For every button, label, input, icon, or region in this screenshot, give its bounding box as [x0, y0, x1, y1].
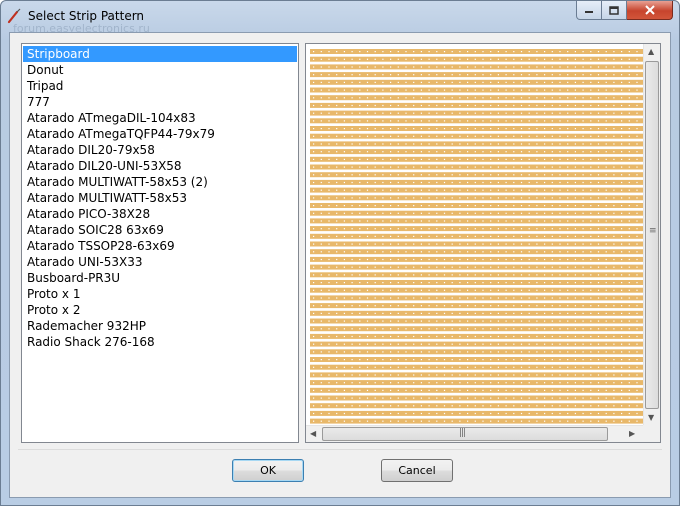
list-item[interactable]: Atarado MULTIWATT-58x53 (2)	[23, 174, 297, 190]
close-icon	[644, 5, 655, 15]
caption-buttons	[576, 1, 673, 21]
grip-icon: |||	[459, 428, 466, 438]
maximize-icon	[609, 5, 619, 15]
title-bar[interactable]: Select Strip Pattern forum.easyelectroni…	[1, 1, 679, 35]
list-item[interactable]: Atarado DIL20-UNI-53X58	[23, 158, 297, 174]
list-item[interactable]: Donut	[23, 62, 297, 78]
list-item[interactable]: Atarado ATmegaDIL-104x83	[23, 110, 297, 126]
scroll-up-arrow-icon[interactable]: ▲	[648, 48, 654, 56]
list-item[interactable]: Rademacher 932HP	[23, 318, 297, 334]
list-item[interactable]: Radio Shack 276-168	[23, 334, 297, 350]
dialog-client-area: Stripboard Donut Tripad 777 Atarado ATmegaDI…	[9, 32, 671, 498]
list-item[interactable]: Stripboard	[23, 46, 297, 62]
minimize-button[interactable]	[576, 1, 602, 20]
scrollbar-corner	[643, 425, 660, 442]
list-item[interactable]: Atarado DIL20-79x58	[23, 142, 297, 158]
list-item[interactable]: Atarado TSSOP28-63x69	[23, 238, 297, 254]
scroll-left-arrow-icon[interactable]: ◀	[310, 430, 316, 438]
horizontal-scroll-thumb[interactable]: |||	[322, 427, 608, 441]
list-item[interactable]: Busboard-PR3U	[23, 270, 297, 286]
list-item[interactable]: Atarado ATmegaTQFP44-79x79	[23, 126, 297, 142]
scroll-right-arrow-icon[interactable]: ▶	[629, 430, 635, 438]
list-item[interactable]: 777	[23, 94, 297, 110]
list-item[interactable]: Atarado UNI-53X33	[23, 254, 297, 270]
close-button[interactable]	[627, 1, 673, 20]
list-item[interactable]: Proto x 2	[23, 302, 297, 318]
scroll-down-arrow-icon[interactable]: ▼	[648, 414, 654, 422]
vertical-scrollbar[interactable]: ▲ ≡ ▼	[643, 44, 660, 426]
select-strip-pattern-window: Select Strip Pattern forum.easyelectroni…	[0, 0, 680, 506]
grip-icon: ≡	[649, 226, 656, 236]
stripboard-preview	[310, 48, 645, 424]
pattern-listbox[interactable]: Stripboard Donut Tripad 777 Atarado ATmegaDI…	[21, 43, 299, 443]
maximize-button[interactable]	[602, 1, 627, 20]
list-item[interactable]: Tripad	[23, 78, 297, 94]
window-title: Select Strip Pattern	[28, 9, 145, 23]
list-item[interactable]: Atarado MULTIWATT-58x53	[23, 190, 297, 206]
list-item[interactable]: Atarado SOIC28 63x69	[23, 222, 297, 238]
footer-divider	[18, 449, 662, 450]
vertical-scroll-thumb[interactable]: ≡	[645, 61, 659, 409]
ok-button[interactable]: OK	[232, 459, 304, 482]
cancel-button[interactable]: Cancel	[381, 459, 453, 482]
horizontal-scrollbar[interactable]: ◀ ||| ▶	[306, 425, 644, 442]
list-item[interactable]: Proto x 1	[23, 286, 297, 302]
minimize-icon	[585, 11, 593, 13]
pattern-preview-pane: ▲ ≡ ▼ ◀ ||| ▶	[305, 43, 661, 443]
list-item[interactable]: Atarado PICO-38X28	[23, 206, 297, 222]
